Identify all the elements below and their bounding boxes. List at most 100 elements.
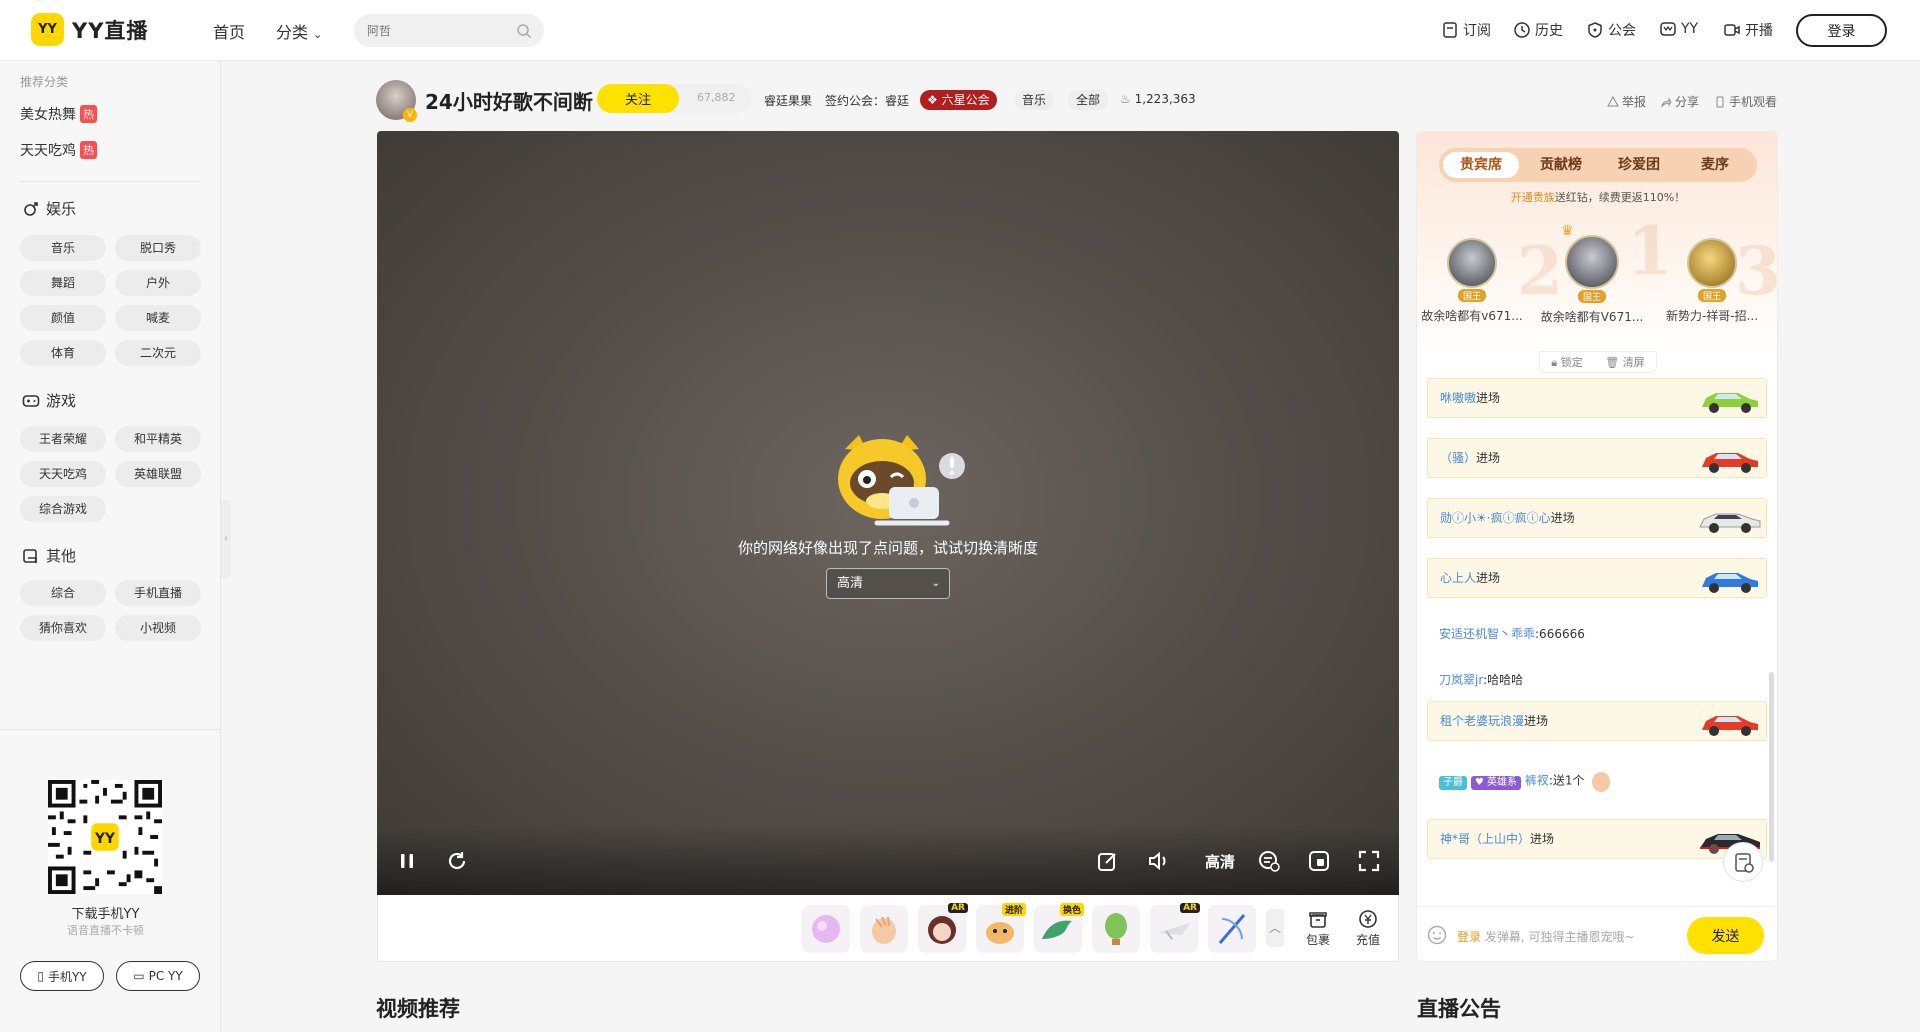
quality-button[interactable]: 高清	[1205, 851, 1235, 872]
category-chip[interactable]: 猜你喜欢	[20, 615, 106, 641]
refresh-icon[interactable]	[445, 849, 469, 873]
avatar	[1687, 238, 1737, 288]
category-chip[interactable]: 和平精英	[115, 426, 201, 452]
category-chip[interactable]: 体育	[20, 340, 106, 366]
tab-mic-queue[interactable]: 麦序	[1677, 152, 1753, 178]
chat-user[interactable]: 咻嗷嗷	[1440, 391, 1476, 405]
search-icon[interactable]	[516, 23, 532, 39]
quality-select[interactable]: 高清 ⌄	[826, 568, 950, 599]
fullscreen-icon[interactable]	[1357, 849, 1381, 873]
lock-button[interactable]: 🔒︎ 锁定	[1551, 354, 1582, 370]
chat-user[interactable]: 租个老婆玩浪漫	[1440, 714, 1524, 728]
gift-item[interactable]: 进阶	[976, 903, 1026, 953]
pc-yy-button[interactable]: ▭ PC YY	[116, 961, 200, 991]
chat-user[interactable]: 刀岚翠jr	[1439, 673, 1483, 687]
category-chip[interactable]: 户外	[115, 270, 201, 296]
gift-item[interactable]: AR	[918, 903, 968, 953]
edit-icon[interactable]	[1096, 849, 1120, 873]
gift-item[interactable]	[1208, 905, 1256, 953]
pc-yy-label: PC YY	[148, 969, 183, 983]
category-chip[interactable]: 英雄联盟	[115, 461, 201, 487]
category-chip[interactable]: 手机直播	[115, 580, 201, 606]
gift-item[interactable]: AR	[1150, 903, 1200, 953]
sidebar-item-hot-pubg[interactable]: 天天吃鸡 热	[20, 140, 97, 160]
logo[interactable]: YY YY直播	[31, 13, 148, 46]
section-other: 其他	[22, 545, 76, 566]
nav-home[interactable]: 首页	[213, 19, 245, 43]
fan-badge: ♥ 英雄系	[1470, 775, 1521, 790]
danmaku-toggle-icon[interactable]	[1257, 849, 1281, 873]
tab-vip-seats[interactable]: 贵宾席	[1443, 152, 1519, 178]
category-chip[interactable]: 综合	[20, 580, 106, 606]
input-login-link[interactable]: 登录	[1457, 930, 1481, 944]
control-bar: 高清	[377, 825, 1399, 895]
clear-button[interactable]: 🗑︎ 清屏	[1605, 354, 1644, 370]
picture-in-picture-icon[interactable]	[1307, 849, 1331, 873]
nav-subscribe[interactable]: 订阅	[1441, 20, 1491, 40]
chat-text: 进场	[1550, 511, 1575, 525]
report-link[interactable]: 举报	[1607, 93, 1646, 110]
category-chip[interactable]: 音乐	[20, 235, 106, 261]
host-name[interactable]: 睿廷果果	[764, 92, 812, 109]
search-input[interactable]	[354, 14, 494, 47]
tab-contribution[interactable]: 贡献榜	[1523, 152, 1599, 178]
noble-promo[interactable]: 开通贵族送红钻，续费更返110%！	[1417, 189, 1777, 205]
chat-user[interactable]: 安适还机智丶乖乖	[1439, 627, 1535, 641]
category-chip[interactable]: 颜值	[20, 305, 106, 331]
login-button[interactable]: 登录	[1796, 14, 1887, 47]
gift-item[interactable]	[1092, 905, 1140, 953]
mobile-yy-label: 手机YY	[47, 969, 87, 984]
nav-history[interactable]: 历史	[1513, 20, 1563, 40]
volume-icon[interactable]	[1146, 849, 1170, 873]
chat-user[interactable]: 勋ⓘ小☀·疯ⓘ疯ⓘ心	[1440, 511, 1551, 525]
gift-tag: 换色	[1059, 903, 1084, 916]
pause-icon[interactable]	[395, 849, 419, 873]
category-chip[interactable]: 综合游戏	[20, 496, 106, 522]
nav-yy-label: YY	[1681, 21, 1699, 37]
send-button[interactable]: 发送	[1687, 917, 1764, 954]
room-tag[interactable]: 音乐	[1014, 90, 1055, 110]
emoji-icon[interactable]	[1427, 925, 1447, 945]
top-user-3[interactable]: 国王 新势力-祥哥-招...	[1657, 238, 1767, 324]
category-chip[interactable]: 舞蹈	[20, 270, 106, 296]
follow-button[interactable]: 关注	[597, 84, 679, 113]
chat-scrollbar[interactable]	[1769, 672, 1774, 862]
chat-settings-button[interactable]	[1723, 842, 1763, 882]
nav-golive[interactable]: 开播	[1723, 20, 1773, 40]
mobile-yy-button[interactable]: ▯ 手机YY	[20, 961, 104, 991]
category-chip[interactable]: 小视频	[115, 615, 201, 641]
mobile-watch-link[interactable]: 手机观看	[1714, 93, 1777, 110]
share-link[interactable]: 分享	[1660, 93, 1699, 110]
chat-entry: 租个老婆玩浪漫进场	[1427, 701, 1767, 741]
gift-item[interactable]: 换色	[1034, 903, 1084, 953]
category-chip[interactable]: 脱口秀	[115, 235, 201, 261]
nav-yy[interactable]: YY	[1659, 20, 1698, 38]
category-chip[interactable]: 二次元	[115, 340, 201, 366]
recharge-button[interactable]: 充值	[1351, 909, 1385, 948]
category-chip[interactable]: 天天吃鸡	[20, 461, 106, 487]
gift-item[interactable]	[802, 905, 850, 953]
room-tag[interactable]: 全部	[1068, 90, 1109, 110]
top-user-1[interactable]: ♛ 国王 故余啥都有V671...	[1537, 223, 1647, 325]
video-player[interactable]: 你的网络好像出现了点问题，试试切换清晰度 高清 ⌄ 高清	[377, 131, 1399, 895]
sidebar-item-hot-dance[interactable]: 美女热舞 热	[20, 104, 97, 124]
nav-category-label: 分类	[276, 23, 309, 42]
tab-fan-club[interactable]: 珍爱团	[1601, 152, 1677, 178]
top-user-2[interactable]: 国王 故余啥都有v671...	[1417, 238, 1527, 324]
gift-expand-button[interactable]: ︿	[1266, 909, 1284, 947]
nav-category[interactable]: 分类 ⌄	[276, 19, 322, 43]
chat-user[interactable]: （骚）	[1440, 451, 1476, 465]
chat-user[interactable]: 神*哥（上山中）	[1440, 832, 1530, 846]
bag-button[interactable]: 包裹	[1301, 909, 1335, 948]
danmaku-input[interactable]: 登录 发弹幕, 可独得主播恩宠哦~	[1457, 928, 1635, 945]
guild-label[interactable]: 签约公会：睿廷	[825, 92, 909, 109]
category-chip[interactable]: 王者荣耀	[20, 426, 106, 452]
sidebar-collapse-handle[interactable]: ‹	[221, 500, 231, 578]
category-chip[interactable]: 喊麦	[115, 305, 201, 331]
chat-user[interactable]: 裤衩	[1525, 774, 1549, 788]
lock-icon: 🔒︎	[1551, 356, 1558, 369]
car-icon	[1702, 716, 1758, 736]
nav-guild[interactable]: 公会	[1586, 20, 1636, 40]
gift-item[interactable]	[860, 905, 908, 953]
chat-user[interactable]: 心上人	[1440, 571, 1476, 585]
